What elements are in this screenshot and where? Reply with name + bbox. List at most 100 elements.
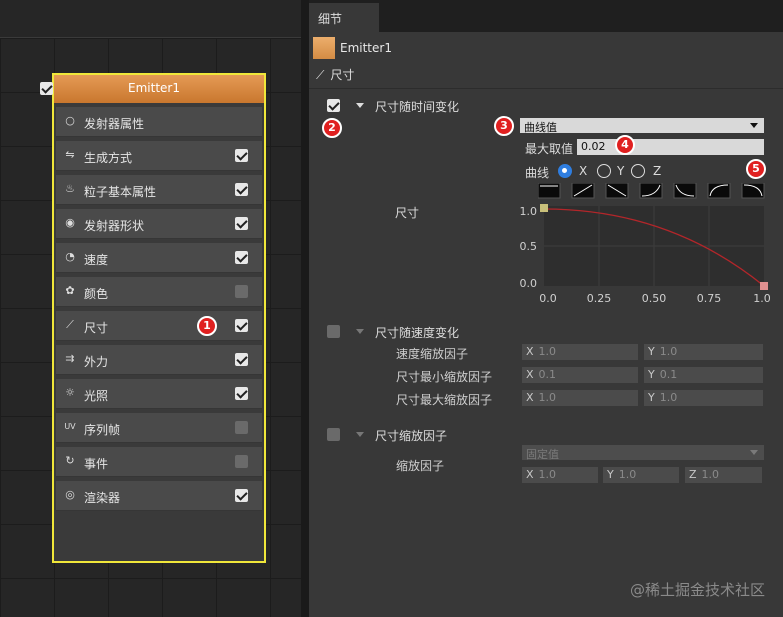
emitter-node[interactable]: Emitter1 ○ 发射器属性 ⇋ 生成方式 ♨ 粒子基本属性 ◉ 发射器形状 ◔ 速度 ✿ 颜色 ⟋… — [40, 73, 266, 563]
radio-x-label: X — [579, 164, 588, 178]
module-label: 生成方式 — [84, 151, 133, 165]
module-enabled-checkbox[interactable] — [235, 251, 248, 264]
max-scale-label: 尺寸最大缩放因子 — [396, 393, 493, 407]
max-scale-y-field[interactable]: Y 1.0 — [644, 390, 763, 406]
min-scale-label: 尺寸最小缩放因子 — [396, 370, 493, 384]
module-row[interactable]: UV 序列帧 — [56, 413, 262, 443]
watermark: @稀土掘金技术社区 — [629, 581, 765, 599]
module-enabled-checkbox[interactable] — [235, 183, 248, 196]
module-label: 颜色 — [84, 287, 109, 301]
module-enabled-checkbox[interactable] — [235, 421, 248, 434]
preset-constant[interactable] — [538, 183, 561, 199]
curve-label: 曲线 — [525, 166, 550, 180]
location-pin-icon: ◉ — [65, 216, 75, 229]
module-row[interactable]: ↻ 事件 — [56, 447, 262, 477]
module-row[interactable]: ✿ 颜色 — [56, 277, 262, 307]
module-label: 光照 — [84, 389, 109, 403]
module-row[interactable]: ⟋ 尺寸 — [56, 311, 262, 341]
x-tick: 1.0 — [753, 292, 771, 305]
module-row[interactable]: ○ 发射器属性 — [56, 107, 262, 137]
callout-badge-5: 5 — [746, 159, 766, 179]
min-scale-y-field[interactable]: Y 0.1 — [644, 367, 763, 383]
size-by-speed-label: 尺寸随速度变化 — [375, 326, 460, 340]
module-enabled-checkbox[interactable] — [235, 319, 248, 332]
scale-factor-z-field[interactable]: Z 1.0 — [685, 467, 762, 483]
expand-arrow-icon[interactable] — [356, 329, 364, 334]
callout-badge-2: 2 — [322, 118, 342, 138]
x-tick: 0.25 — [587, 292, 612, 305]
size-section-header: ⟋ 尺寸 — [316, 66, 354, 83]
panel-divider[interactable] — [301, 0, 309, 617]
scale-factor-x-field[interactable]: X 1.0 — [522, 467, 598, 483]
preset-linear-up[interactable] — [571, 183, 595, 199]
palette-icon: ✿ — [65, 284, 75, 297]
speed-scale-label: 速度缩放因子 — [396, 347, 469, 361]
sliders-icon: ⇋ — [65, 148, 75, 161]
module-enabled-checkbox[interactable] — [235, 217, 248, 230]
curve-key-start[interactable] — [540, 204, 548, 212]
module-row[interactable]: ⇉ 外力 — [56, 345, 262, 375]
curve-key-end[interactable] — [760, 282, 768, 290]
module-row[interactable]: ◉ 发射器形状 — [56, 209, 262, 239]
expand-arrow-icon[interactable] — [356, 432, 364, 437]
module-row[interactable]: ☼ 光照 — [56, 379, 262, 409]
module-row[interactable]: ⇋ 生成方式 — [56, 141, 262, 171]
size-mode-value: 曲线值 — [524, 121, 557, 134]
size-scale-checkbox[interactable] — [327, 428, 340, 441]
speed-scale-x-field[interactable]: X 1.0 — [522, 344, 638, 360]
speedometer-icon: ◔ — [65, 250, 75, 263]
module-enabled-checkbox[interactable] — [235, 455, 248, 468]
max-scale-x-field[interactable]: X 1.0 — [522, 390, 638, 406]
ruler-icon: ⟋ — [316, 68, 325, 82]
module-row[interactable]: ◎ 渲染器 — [56, 481, 262, 511]
emitter-enabled-checkbox[interactable] — [40, 82, 53, 95]
node-empty-area — [56, 515, 262, 561]
min-scale-x-field[interactable]: X 0.1 — [522, 367, 638, 383]
emitter-color-swatch — [313, 37, 335, 59]
size-by-speed-checkbox[interactable] — [327, 325, 340, 338]
module-enabled-checkbox[interactable] — [235, 353, 248, 366]
max-value-label: 最大取值 — [525, 142, 574, 156]
scale-factor-y-field[interactable]: Y 1.0 — [603, 467, 679, 483]
module-label: 速度 — [84, 253, 109, 267]
preset-ease-in-down[interactable] — [741, 183, 765, 199]
module-enabled-checkbox[interactable] — [235, 489, 248, 502]
size-curve-graph[interactable]: 1.0 0.5 0.0 0.0 0.25 0.50 0.75 1.0 — [509, 198, 779, 310]
uv-icon: UV — [64, 422, 76, 431]
module-row[interactable]: ◔ 速度 — [56, 243, 262, 273]
callout-badge-1: 1 — [197, 316, 217, 336]
module-enabled-checkbox[interactable] — [235, 285, 248, 298]
tab-details[interactable]: 细节 — [309, 3, 379, 32]
preset-ease-out-down[interactable] — [673, 183, 697, 199]
circle-icon: ○ — [65, 114, 75, 127]
emitter-node-header[interactable]: Emitter1 — [40, 75, 264, 103]
radio-z-label: Z — [653, 164, 662, 178]
sun-icon: ☼ — [65, 386, 75, 399]
double-arrow-icon: ⇉ — [65, 352, 75, 365]
x-tick: 0.0 — [539, 292, 557, 305]
module-label: 发射器属性 — [84, 117, 145, 131]
size-section-label: 尺寸 — [330, 68, 355, 82]
size-over-time-checkbox[interactable] — [327, 99, 340, 112]
module-label: 事件 — [84, 457, 109, 471]
y-tick: 1.0 — [520, 205, 538, 218]
ruler-icon: ⟋ — [66, 318, 74, 331]
tab-bar: 细节 — [309, 0, 783, 32]
module-enabled-checkbox[interactable] — [235, 387, 248, 400]
module-enabled-checkbox[interactable] — [235, 149, 248, 162]
preset-ease-in[interactable] — [639, 183, 663, 199]
radio-x[interactable] — [558, 164, 572, 178]
size-mode-dropdown[interactable]: 曲线值 — [520, 118, 764, 134]
module-row[interactable]: ♨ 粒子基本属性 — [56, 175, 262, 205]
radio-z[interactable] — [631, 164, 645, 178]
radio-y[interactable] — [597, 164, 611, 178]
render-icon: ◎ — [65, 488, 75, 501]
preset-linear-down[interactable] — [605, 183, 629, 199]
speed-scale-y-field[interactable]: Y 1.0 — [644, 344, 763, 360]
max-value-input[interactable]: 0.02 — [577, 139, 764, 155]
expand-arrow-icon[interactable] — [356, 103, 364, 108]
module-label: 发射器形状 — [84, 219, 145, 233]
preset-ease-out[interactable] — [707, 183, 731, 199]
size-scale-mode-dropdown[interactable]: 固定值 — [522, 445, 764, 461]
size-over-time-label: 尺寸随时间变化 — [375, 100, 460, 114]
